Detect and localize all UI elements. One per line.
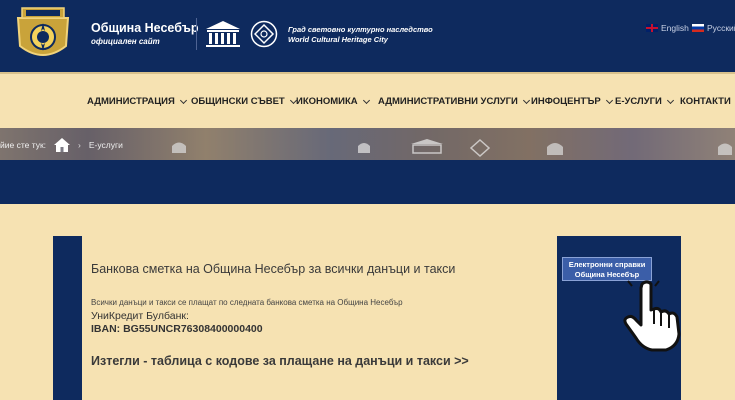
- language-russian-label: Русский: [707, 23, 735, 33]
- site-name[interactable]: Община Несебър: [91, 21, 199, 35]
- banner-church-icon: [718, 143, 732, 155]
- breadcrumb-prefix: йие сте тук:: [0, 140, 47, 150]
- world-heritage-emblem-icon: [250, 20, 278, 48]
- download-codes-link[interactable]: Изтегли - таблица с кодове за плащане на…: [91, 354, 469, 368]
- pointing-hand-icon: [623, 280, 681, 352]
- coat-of-arms-logo[interactable]: [12, 4, 74, 64]
- nav-item-municipal-council[interactable]: ОБЩИНСКИ СЪВЕТ: [191, 96, 297, 107]
- language-english-link[interactable]: English: [646, 23, 689, 33]
- nav-item-label: ОБЩИНСКИ СЪВЕТ: [191, 96, 285, 107]
- heritage-line-bg: Град световно културно наследство: [288, 25, 433, 34]
- page-banner: йие сте тук: › Е-услуги: [0, 128, 735, 160]
- language-english-label: English: [661, 23, 689, 33]
- nav-item-contacts[interactable]: КОНТАКТИ: [680, 96, 735, 107]
- payment-note: Всички данъци и такси се плащат по следн…: [91, 298, 403, 307]
- russia-flag-icon: [692, 24, 704, 32]
- chevron-down-icon: [179, 96, 187, 104]
- e-services-button-line1: Електронни справки: [568, 260, 646, 269]
- banner-church-icon: [172, 142, 186, 153]
- nav-item-admin-services[interactable]: АДМИНИСТРАТИВНИ УСЛУГИ: [378, 96, 530, 107]
- bank-name: УниКредит Булбанк:: [91, 310, 189, 322]
- banner-heritage-icon: [470, 139, 490, 157]
- nav-item-label: КОНТАКТИ: [680, 96, 731, 107]
- unesco-temple-icon: [206, 21, 240, 47]
- chevron-down-icon: [362, 96, 370, 104]
- breadcrumb: йие сте тук: › Е-услуги: [0, 138, 123, 152]
- header-divider: [196, 18, 197, 50]
- uk-flag-icon: [646, 24, 658, 32]
- nav-item-infocenter[interactable]: ИНФОЦЕНТЪР: [531, 96, 613, 107]
- nav-item-e-services[interactable]: Е-УСЛУГИ: [615, 96, 674, 107]
- language-russian-link[interactable]: Русский: [692, 23, 735, 33]
- home-icon[interactable]: [54, 138, 71, 152]
- heritage-line-en: World Cultural Heritage City: [288, 35, 388, 44]
- page-header-band: [0, 160, 735, 204]
- chevron-down-icon: [605, 96, 613, 104]
- nav-item-label: АДМИНИСТРАТИВНИ УСЛУГИ: [378, 96, 518, 107]
- site-subtitle: официален сайт: [91, 37, 160, 46]
- content-left-border: [53, 236, 82, 400]
- banner-church-icon: [358, 143, 370, 153]
- chevron-down-icon: [666, 96, 674, 104]
- e-services-button[interactable]: Електронни справки Община Несебър: [562, 257, 652, 281]
- iban-value: IBAN: BG55UNCR76308400000400: [91, 323, 263, 335]
- site-header: Община Несебър официален сайт Град свето…: [0, 0, 735, 72]
- nav-item-label: ИНФОЦЕНТЪР: [531, 96, 601, 107]
- nav-item-label: ИКОНОМИКА: [296, 96, 358, 107]
- banner-church-icon: [547, 143, 563, 155]
- breadcrumb-current: Е-услуги: [88, 140, 123, 150]
- nav-item-label: Е-УСЛУГИ: [615, 96, 662, 107]
- breadcrumb-separator-icon: ›: [78, 140, 81, 150]
- nav-item-label: АДМИНИСТРАЦИЯ: [87, 96, 175, 107]
- nav-item-administration[interactable]: АДМИНИСТРАЦИЯ: [87, 96, 187, 107]
- page-title: Банкова сметка на Община Несебър за всич…: [91, 262, 456, 276]
- banner-unesco-icon: [411, 139, 443, 154]
- chevron-down-icon: [522, 96, 530, 104]
- e-services-button-line2: Община Несебър: [574, 270, 640, 279]
- nav-item-economy[interactable]: ИКОНОМИКА: [296, 96, 370, 107]
- main-navigation: АДМИНИСТРАЦИЯ ОБЩИНСКИ СЪВЕТ ИКОНОМИКА А…: [0, 72, 735, 128]
